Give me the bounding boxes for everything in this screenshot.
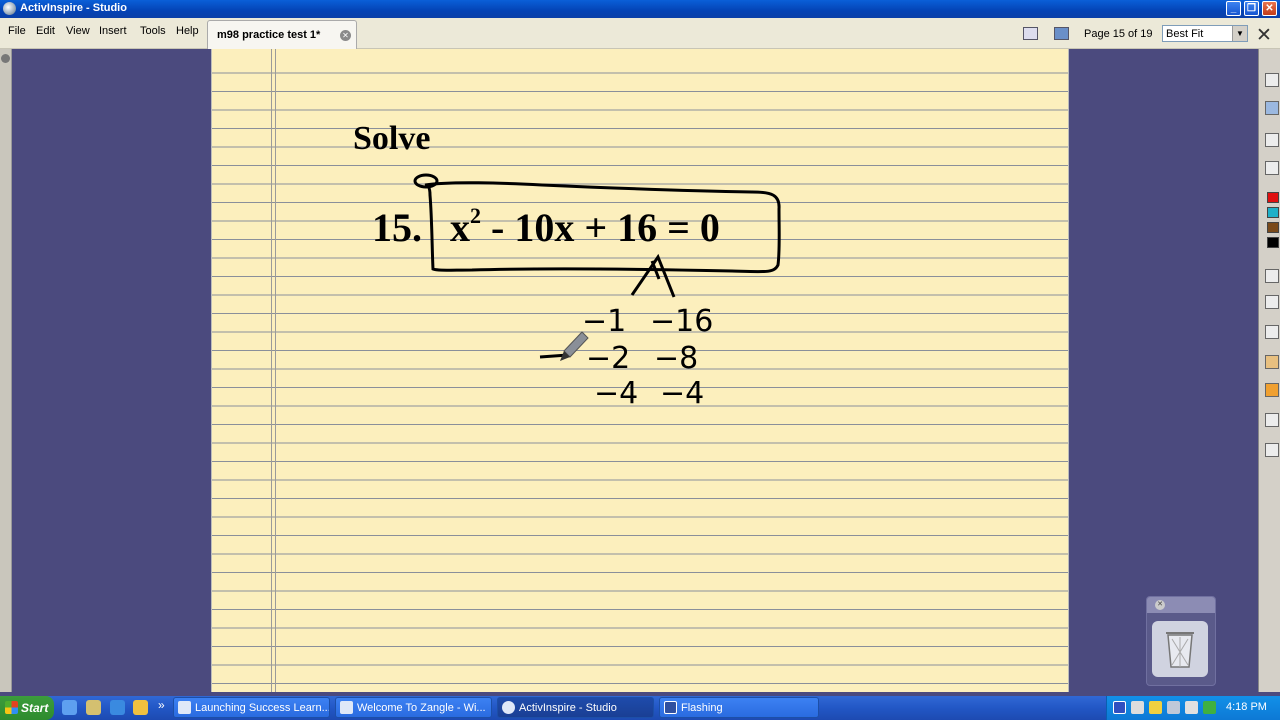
highlighter-icon[interactable]	[1265, 161, 1279, 175]
marker-icon[interactable]	[1265, 325, 1279, 339]
equation-exponent: 2	[470, 203, 481, 228]
activinspire-app-icon	[3, 2, 16, 15]
equation-base: x	[450, 205, 470, 250]
camera-icon[interactable]	[1265, 413, 1279, 427]
color-swatch-cyan[interactable]	[1267, 207, 1279, 218]
factor-pair-1-a: −1	[582, 304, 626, 339]
fill-icon[interactable]	[1265, 383, 1279, 397]
factor-pair-1-b: −16	[650, 304, 713, 339]
eraser-icon[interactable]	[1265, 355, 1279, 369]
window-title: ActivInspire - Studio	[20, 2, 127, 14]
close-icon[interactable]: ✕	[1155, 600, 1165, 610]
network-icon[interactable]	[1167, 701, 1180, 714]
task-label: ActivInspire - Studio	[519, 702, 617, 714]
task-label: Launching Success Learn...	[195, 702, 330, 714]
toolbox-menu-icon[interactable]	[1265, 73, 1279, 87]
factor-tree-lines	[630, 253, 676, 298]
ie2-quicklaunch-icon[interactable]	[110, 700, 125, 715]
flipchart-page[interactable]: Solve 15. x2 - 10x + 16 = 0 −1 −16 −2 −8…	[211, 49, 1069, 692]
quicklaunch-more-icon[interactable]: »	[158, 698, 165, 712]
smiley-quicklaunch-icon[interactable]	[133, 700, 148, 715]
page-heading: Solve	[353, 120, 430, 157]
fullscreen-icon[interactable]: ✕	[1256, 24, 1272, 47]
desktop-annotate-icon[interactable]	[1054, 27, 1069, 40]
menu-insert[interactable]: Insert	[99, 25, 127, 37]
slider-icon[interactable]	[1265, 269, 1279, 283]
menu-view[interactable]: View	[66, 25, 90, 37]
page-indicator: Page 15 of 19	[1084, 28, 1153, 40]
menu-tools[interactable]: Tools	[140, 25, 166, 37]
pen-cursor-icon	[560, 331, 589, 361]
task-welcome-zangle[interactable]: Welcome To Zangle - Wi...	[335, 697, 492, 718]
tab-document[interactable]: m98 practice test 1* ✕	[207, 20, 357, 49]
task-flashing[interactable]: Flashing	[659, 697, 819, 718]
factor-pair-3-a: −4	[594, 376, 638, 411]
menu-file[interactable]: File	[8, 25, 26, 37]
problem-number: 15.	[372, 205, 422, 250]
usb-icon[interactable]	[1185, 701, 1198, 714]
page-content: Solve 15. x2 - 10x + 16 = 0 −1 −16 −2 −8…	[353, 120, 781, 411]
tab-document-label: m98 practice test 1*	[217, 29, 321, 41]
pin-icon[interactable]	[1, 54, 10, 63]
menu-edit[interactable]: Edit	[36, 25, 55, 37]
trash-panel-header: ✕	[1147, 597, 1215, 613]
trash-panel: ✕	[1146, 596, 1216, 686]
start-button[interactable]: Start	[0, 696, 54, 720]
pen-tool-icon[interactable]	[1265, 133, 1279, 147]
factor-pair-2-b: −8	[654, 341, 698, 376]
text-tool-icon[interactable]	[1265, 443, 1279, 457]
menu-bar: File Edit View Insert Tools Help m98 pra…	[0, 18, 1280, 49]
activinspire-icon	[502, 701, 515, 714]
left-browser-strip[interactable]	[0, 49, 12, 692]
clock: 4:18 PM	[1226, 701, 1267, 713]
task-label: Welcome To Zangle - Wi...	[357, 702, 486, 714]
restore-button[interactable]: ❐	[1244, 1, 1259, 16]
equation-rest: - 10x + 16 = 0	[481, 205, 720, 250]
chevron-down-icon[interactable]: ▼	[1232, 26, 1247, 41]
ie-quicklaunch-icon[interactable]	[62, 700, 77, 715]
ie-icon	[340, 701, 353, 714]
task-launching-success[interactable]: Launching Success Learn...	[173, 697, 330, 718]
window-icon	[664, 701, 677, 714]
title-bar: ActivInspire - Studio _ ❐ ✕	[0, 0, 1280, 18]
zoom-select[interactable]: Best Fit ▼	[1162, 25, 1248, 42]
close-button[interactable]: ✕	[1262, 1, 1277, 16]
page-browser-icon[interactable]	[1023, 27, 1038, 40]
folder-quicklaunch-icon[interactable]	[86, 700, 101, 715]
zoom-value: Best Fit	[1166, 28, 1204, 40]
select-tool-icon[interactable]	[1265, 101, 1279, 115]
task-activinspire[interactable]: ActivInspire - Studio	[497, 697, 654, 718]
taskbar: Start » Launching Success Learn... Welco…	[0, 696, 1280, 720]
ie-icon	[178, 701, 191, 714]
task-label: Flashing	[681, 702, 723, 714]
color-swatch-brown[interactable]	[1267, 222, 1279, 233]
star-icon[interactable]	[1149, 701, 1162, 714]
color-swatch-red[interactable]	[1267, 192, 1279, 203]
trash-bin-icon[interactable]	[1152, 621, 1208, 677]
pen-width-icon[interactable]	[1265, 295, 1279, 309]
minimize-button[interactable]: _	[1226, 1, 1241, 16]
factor-pair-2-a: −2	[586, 341, 630, 376]
tray-app-icon[interactable]	[1113, 701, 1126, 714]
toolbox-strip	[1258, 49, 1280, 692]
tab-close-icon[interactable]: ✕	[340, 30, 351, 41]
equation: x2 - 10x + 16 = 0	[450, 203, 720, 250]
volume-icon[interactable]	[1131, 701, 1144, 714]
windows-logo-icon	[5, 701, 18, 714]
color-swatch-black[interactable]	[1267, 237, 1279, 248]
factor-pair-3-b: −4	[660, 376, 704, 411]
safely-remove-icon[interactable]	[1203, 701, 1216, 714]
menu-help[interactable]: Help	[176, 25, 199, 37]
start-label: Start	[21, 701, 49, 715]
